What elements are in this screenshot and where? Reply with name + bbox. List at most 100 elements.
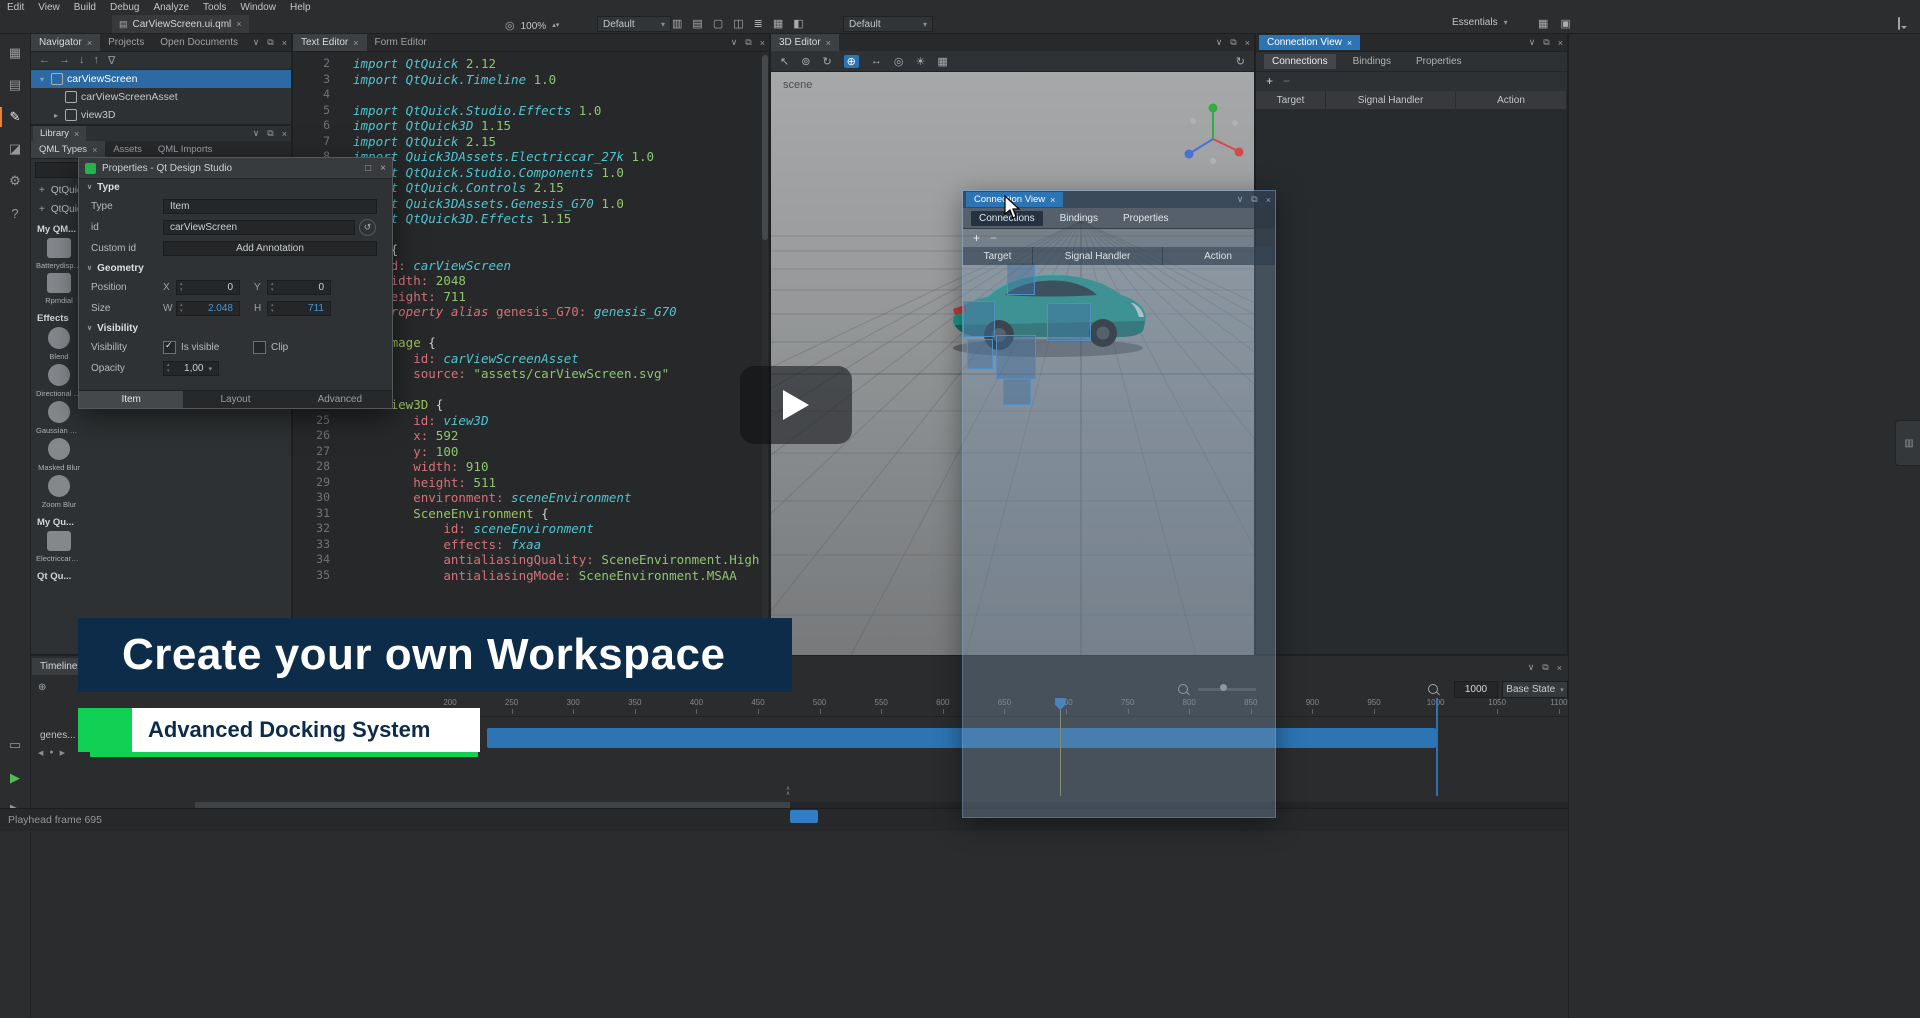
library-item-rpmdial[interactable]: Rpmdial — [36, 273, 82, 305]
library-tab-qml-imports[interactable]: QML Imports — [150, 141, 221, 158]
menu-build[interactable]: Build — [67, 0, 103, 15]
arrow-left-icon[interactable]: ← — [39, 54, 50, 66]
editor-scrollbar[interactable] — [762, 51, 768, 652]
grid-toggle-icon[interactable]: ▦ — [937, 55, 947, 68]
menu-debug[interactable]: Debug — [103, 0, 146, 15]
expand-plus-icon[interactable]: + — [39, 204, 45, 215]
clip-checkbox[interactable] — [253, 341, 266, 354]
collapsed-dock-tab[interactable]: ▥ — [1895, 420, 1920, 466]
rotate-tool-icon[interactable]: ↻ — [822, 55, 831, 68]
design-mode-icon[interactable]: ✎ — [0, 105, 30, 129]
close-icon[interactable]: × — [1558, 38, 1563, 48]
float-panel-icon[interactable]: ⧉ — [745, 37, 751, 48]
close-icon[interactable]: × — [380, 163, 386, 174]
expand-arrow-icon[interactable]: ▸ — [51, 111, 61, 120]
toolbar-panel-icon[interactable]: ◧ — [793, 17, 803, 30]
arrow-down-icon[interactable]: ↓ — [79, 54, 85, 66]
close-icon[interactable]: × — [1050, 195, 1055, 205]
close-icon[interactable]: × — [282, 38, 287, 48]
reset-view-icon[interactable]: ↻ — [1236, 55, 1245, 68]
floating-connection-tab-properties[interactable]: Properties — [1115, 211, 1177, 226]
components-icon[interactable]: ◪ — [0, 137, 30, 161]
library-item-zoom-blur[interactable]: Zoom Blur — [36, 475, 82, 509]
arrow-right-icon[interactable]: → — [59, 54, 70, 66]
dialog-tab-layout[interactable]: Layout — [183, 391, 287, 408]
menu-tools[interactable]: Tools — [196, 0, 233, 15]
axis-gizmo[interactable] — [1179, 99, 1249, 169]
library-item-electriccar-27[interactable]: Electriccar_27... — [36, 531, 82, 563]
close-icon[interactable]: × — [826, 38, 831, 48]
group-select-tool-icon[interactable]: ⊚ — [801, 55, 810, 68]
menu-window[interactable]: Window — [233, 0, 283, 15]
zoom-in-icon[interactable] — [1428, 684, 1438, 694]
help-icon[interactable]: ? — [0, 201, 30, 225]
light-toggle-icon[interactable]: ☀ — [915, 55, 925, 68]
is-visible-checkbox[interactable] — [163, 341, 176, 354]
chevron-down-icon[interactable]: ∨ — [87, 324, 92, 332]
floating-connection-tab-bindings[interactable]: Bindings — [1052, 211, 1106, 226]
toolbar-window-icon[interactable]: ▢ — [713, 17, 723, 30]
record-keyframe-icon[interactable]: ● — [49, 749, 53, 757]
close-icon[interactable]: × — [236, 19, 241, 29]
maximize-icon[interactable]: □ — [365, 163, 371, 174]
zoom-target-icon[interactable]: ◎ — [505, 17, 515, 35]
menu-edit[interactable]: Edit — [0, 0, 31, 15]
reset-icon[interactable]: ↺ — [359, 219, 376, 236]
feedback-bubble-icon[interactable] — [1898, 18, 1900, 29]
library-item-gaussian-blur[interactable]: Gaussian Blur — [36, 401, 82, 435]
toolbar-grid-icon[interactable]: ▦ — [773, 17, 783, 30]
chevron-down-icon[interactable]: ∨ — [1216, 37, 1223, 48]
chevron-down-icon[interactable]: ∨ — [1529, 37, 1536, 48]
run-icon[interactable]: ▶ — [0, 766, 30, 790]
library-tab-assets[interactable]: Assets — [105, 141, 150, 158]
chevron-down-icon[interactable]: ∨ — [1528, 662, 1535, 673]
remove-connection-icon[interactable]: − — [1283, 74, 1290, 88]
connection-table-body[interactable] — [963, 265, 1275, 817]
id-input[interactable]: carViewScreen — [163, 220, 355, 235]
navigator-tab-projects[interactable]: Projects — [100, 34, 152, 51]
snap-toggle-icon[interactable]: ◎ — [894, 55, 904, 68]
chevron-down-icon[interactable]: ∨ — [731, 37, 738, 48]
type-field[interactable]: Item — [163, 199, 377, 214]
filter-funnel-icon[interactable]: ∇ — [108, 54, 115, 67]
close-icon[interactable]: × — [1266, 195, 1271, 205]
library-item-blend[interactable]: Blend — [36, 327, 82, 361]
tree-item-carviewscreenasset[interactable]: carViewScreenAsset — [31, 88, 291, 106]
float-panel-icon[interactable]: ⧉ — [1230, 37, 1236, 48]
height-spinbox[interactable]: 711 — [267, 301, 331, 316]
close-icon[interactable]: × — [87, 38, 92, 48]
floating-connection-view-panel[interactable]: Connection View × ∨ ⧉ × ConnectionsBindi… — [962, 190, 1276, 818]
remove-connection-icon[interactable]: − — [990, 231, 997, 245]
toolbar-view-icon[interactable]: ▦ — [1538, 17, 1548, 30]
chevron-down-icon[interactable]: ∨ — [87, 183, 92, 191]
document-tab[interactable]: ▤ CarViewScreen.ui.qml × — [112, 15, 249, 33]
zoom-stepper-icon[interactable]: ▴▾ — [552, 17, 559, 35]
state-select[interactable]: Base State ▾ — [1502, 681, 1568, 698]
library-header-tab[interactable]: Library × — [33, 126, 86, 141]
add-connection-icon[interactable]: + — [1266, 74, 1273, 88]
toolbar-columns-icon[interactable]: ▥ — [672, 17, 682, 30]
chevron-down-icon[interactable]: ∨ — [253, 37, 260, 48]
scale-tool-icon[interactable]: ↔ — [871, 55, 882, 67]
workspace-select[interactable]: Essentials — [1452, 17, 1498, 28]
close-icon[interactable]: × — [74, 129, 79, 139]
float-panel-icon[interactable]: ⧉ — [1251, 194, 1257, 205]
float-panel-icon[interactable]: ⧉ — [267, 37, 273, 48]
end-frame-input[interactable]: 1000 — [1454, 681, 1498, 698]
menu-help[interactable]: Help — [283, 0, 318, 15]
add-annotation-button[interactable]: Add Annotation — [163, 241, 377, 256]
close-icon[interactable]: × — [92, 145, 97, 155]
library-item-masked-blur[interactable]: Masked Blur — [36, 438, 82, 472]
toolbar-layout-icon[interactable]: ▣ — [1560, 17, 1570, 30]
editor-tab-text-editor[interactable]: Text Editor× — [293, 34, 367, 51]
opacity-spinbox[interactable]: 1,00 ▾ — [163, 361, 219, 376]
arrow-up-icon[interactable]: ↑ — [94, 54, 100, 66]
connection-tab-properties[interactable]: Properties — [1408, 54, 1470, 69]
toolbar-split-icon[interactable]: ◫ — [733, 17, 743, 30]
workspace-screen-icon[interactable]: ▭ — [0, 733, 30, 757]
theme-select[interactable]: Default ▾ — [843, 16, 933, 32]
dialog-titlebar[interactable]: Properties - Qt Design Studio □ × — [79, 158, 392, 179]
select-tool-icon[interactable]: ↖ — [780, 55, 789, 68]
expand-arrow-icon[interactable]: ▾ — [37, 75, 47, 84]
dialog-tab-item[interactable]: Item — [79, 391, 183, 408]
